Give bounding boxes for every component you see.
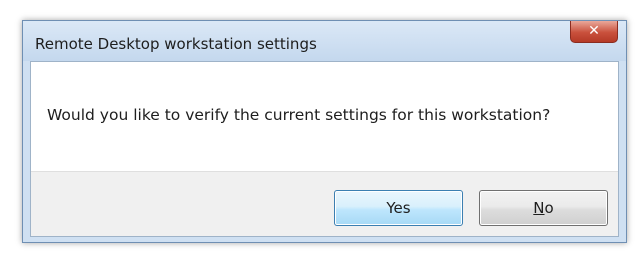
no-button-label: No	[533, 199, 554, 217]
message-area: Would you like to verify the current set…	[31, 62, 618, 171]
message-dialog: Remote Desktop workstation settings ✕ Wo…	[22, 20, 627, 243]
dialog-content: Would you like to verify the current set…	[30, 61, 619, 237]
close-icon: ✕	[588, 23, 600, 39]
dialog-message: Would you like to verify the current set…	[47, 106, 551, 124]
close-button[interactable]: ✕	[570, 21, 618, 43]
dialog-title: Remote Desktop workstation settings	[35, 35, 317, 53]
button-bar: Yes No	[31, 171, 618, 236]
no-button[interactable]: No	[479, 190, 608, 226]
title-bar[interactable]: Remote Desktop workstation settings ✕	[23, 21, 626, 61]
screen: Remote Desktop workstation settings ✕ Wo…	[0, 0, 640, 259]
yes-button[interactable]: Yes	[334, 190, 463, 226]
